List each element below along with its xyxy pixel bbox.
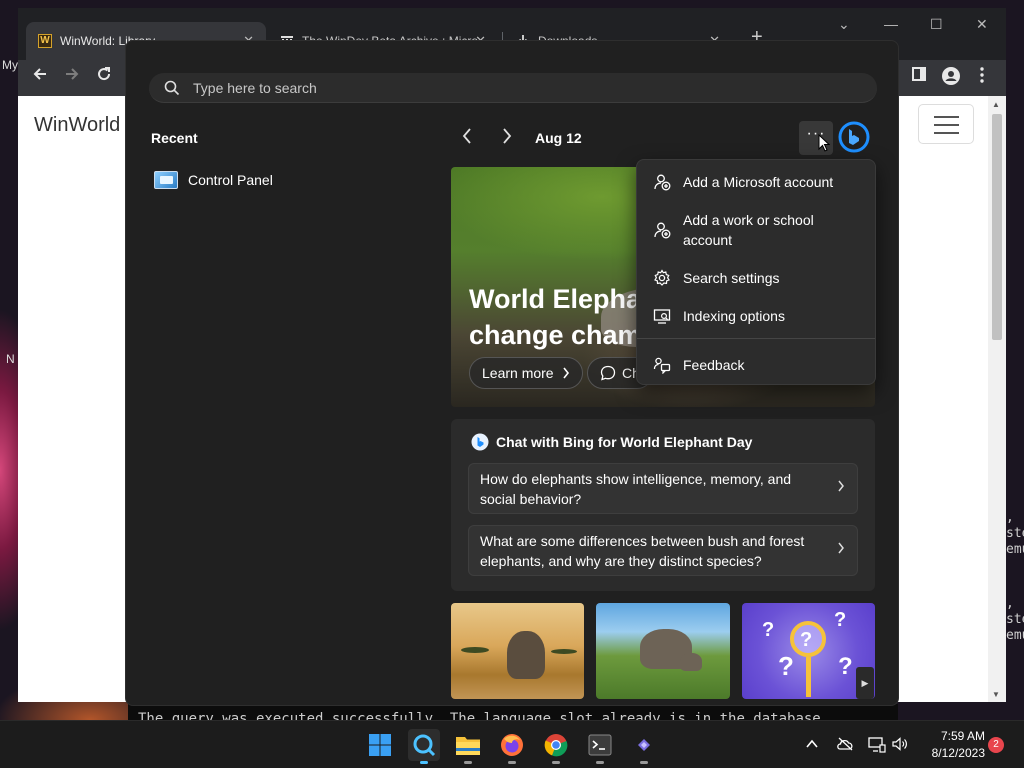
scroll-up-arrow-icon[interactable]: ▲: [992, 100, 1000, 109]
app-diamond-icon: [638, 739, 650, 751]
search-icon: [164, 80, 180, 101]
feedback-icon: [653, 357, 671, 374]
clock-time[interactable]: 7:59 AM: [925, 729, 985, 743]
chrome-icon: [544, 734, 568, 757]
menu-item-add-microsoft-account[interactable]: Add a Microsoft account: [637, 172, 875, 192]
search-box[interactable]: [149, 73, 877, 103]
chevron-right-icon: [562, 367, 569, 379]
clock-date[interactable]: 8/12/2023: [915, 746, 985, 760]
volume-icon[interactable]: [892, 737, 908, 754]
forward-arrow-icon[interactable]: [64, 66, 80, 87]
chat-bubble-icon: [600, 365, 616, 381]
add-account-icon: [654, 222, 671, 239]
bing-chat-button[interactable]: [838, 121, 870, 158]
firefox-button[interactable]: [496, 729, 528, 764]
date-label: Aug 12: [535, 130, 582, 146]
menu-item-search-settings[interactable]: Search settings: [637, 268, 875, 288]
tray-overflow-chevron-icon[interactable]: [806, 737, 818, 752]
bing-logo-icon: [471, 433, 489, 451]
scrollbar-thumb[interactable]: [992, 114, 1002, 340]
chevron-right-icon: [838, 480, 844, 492]
mouse-cursor-icon: [818, 133, 831, 157]
back-arrow-icon[interactable]: [32, 66, 48, 87]
scroll-down-arrow-icon[interactable]: ▼: [992, 690, 1000, 699]
chrome-button[interactable]: [540, 729, 572, 764]
file-explorer-button[interactable]: [452, 729, 484, 764]
search-taskbar-button[interactable]: [408, 729, 440, 764]
minimize-button[interactable]: —: [884, 16, 898, 32]
search-input[interactable]: [193, 73, 863, 103]
terminal-fragment: , ste emu , ste emu: [1006, 510, 1024, 643]
menu-separator: [637, 338, 875, 339]
search-icon: [413, 734, 436, 757]
reload-icon[interactable]: [96, 66, 112, 87]
chevron-right-icon: [838, 542, 844, 554]
hamburger-menu-button[interactable]: [918, 104, 974, 144]
chat-question-1[interactable]: How do elephants show intelligence, memo…: [468, 463, 858, 514]
previous-chevron-icon[interactable]: [461, 127, 473, 150]
recent-item-label: Control Panel: [188, 172, 273, 188]
control-panel-icon: [154, 171, 178, 189]
add-account-icon: [654, 174, 671, 191]
indexing-icon: [653, 309, 671, 324]
windows-logo-icon: [369, 734, 391, 756]
desktop-icon-label-2[interactable]: N: [6, 352, 15, 366]
hero-title: World Elepha change cham: [469, 284, 642, 350]
side-panel-icon[interactable]: [912, 67, 926, 86]
winworld-favicon-icon: W: [38, 34, 52, 48]
more-options-menu: Add a Microsoft account Add a work or sc…: [636, 159, 876, 385]
terminal-icon: [588, 734, 612, 756]
page-scrollbar[interactable]: ▲ ▼: [988, 96, 1006, 702]
recent-heading: Recent: [151, 130, 198, 146]
terminal-button[interactable]: [584, 729, 616, 764]
bing-logo-icon: [838, 121, 870, 153]
learn-more-button[interactable]: Learn more: [469, 357, 583, 389]
menu-item-indexing-options[interactable]: Indexing options: [637, 306, 875, 326]
thumbnails-next-arrow-icon[interactable]: ▶: [856, 667, 874, 699]
thumbnail-elephant-savanna[interactable]: [451, 603, 584, 699]
start-button[interactable]: [364, 729, 396, 761]
kebab-menu-icon[interactable]: [980, 67, 984, 88]
profile-avatar-icon[interactable]: [942, 67, 960, 90]
tab-search-chevron-icon[interactable]: ⌄: [838, 16, 850, 33]
menu-item-add-work-account[interactable]: Add a work or school account: [637, 210, 875, 250]
chat-question-2[interactable]: What are some differences between bush a…: [468, 525, 858, 576]
close-window-button[interactable]: ✕: [976, 16, 988, 33]
recent-item-control-panel[interactable]: Control Panel: [154, 167, 414, 193]
bing-chat-card: Chat with Bing for World Elephant Day Ho…: [451, 419, 875, 591]
chat-card-header: Chat with Bing for World Elephant Day: [471, 433, 752, 451]
desktop-icon-label[interactable]: My: [2, 58, 18, 72]
taskbar: 7:59 AM 8/12/2023 2: [0, 720, 1024, 768]
network-icon[interactable]: [868, 737, 886, 756]
maximize-button[interactable]: ☐: [930, 16, 943, 33]
thumbnail-elephant-grassland[interactable]: [596, 603, 730, 699]
app-button[interactable]: [628, 729, 660, 764]
notification-badge[interactable]: 2: [988, 737, 1004, 753]
site-logo[interactable]: WinWorld: [34, 114, 120, 137]
next-chevron-icon[interactable]: [501, 127, 513, 150]
firefox-icon: [501, 734, 523, 756]
gear-icon: [654, 269, 670, 286]
windows-search-panel: Recent Control Panel Aug 12 ··· World El…: [125, 40, 899, 706]
folder-icon: [456, 737, 480, 755]
onedrive-cloud-icon[interactable]: [836, 737, 854, 754]
menu-item-feedback[interactable]: Feedback: [637, 355, 875, 375]
